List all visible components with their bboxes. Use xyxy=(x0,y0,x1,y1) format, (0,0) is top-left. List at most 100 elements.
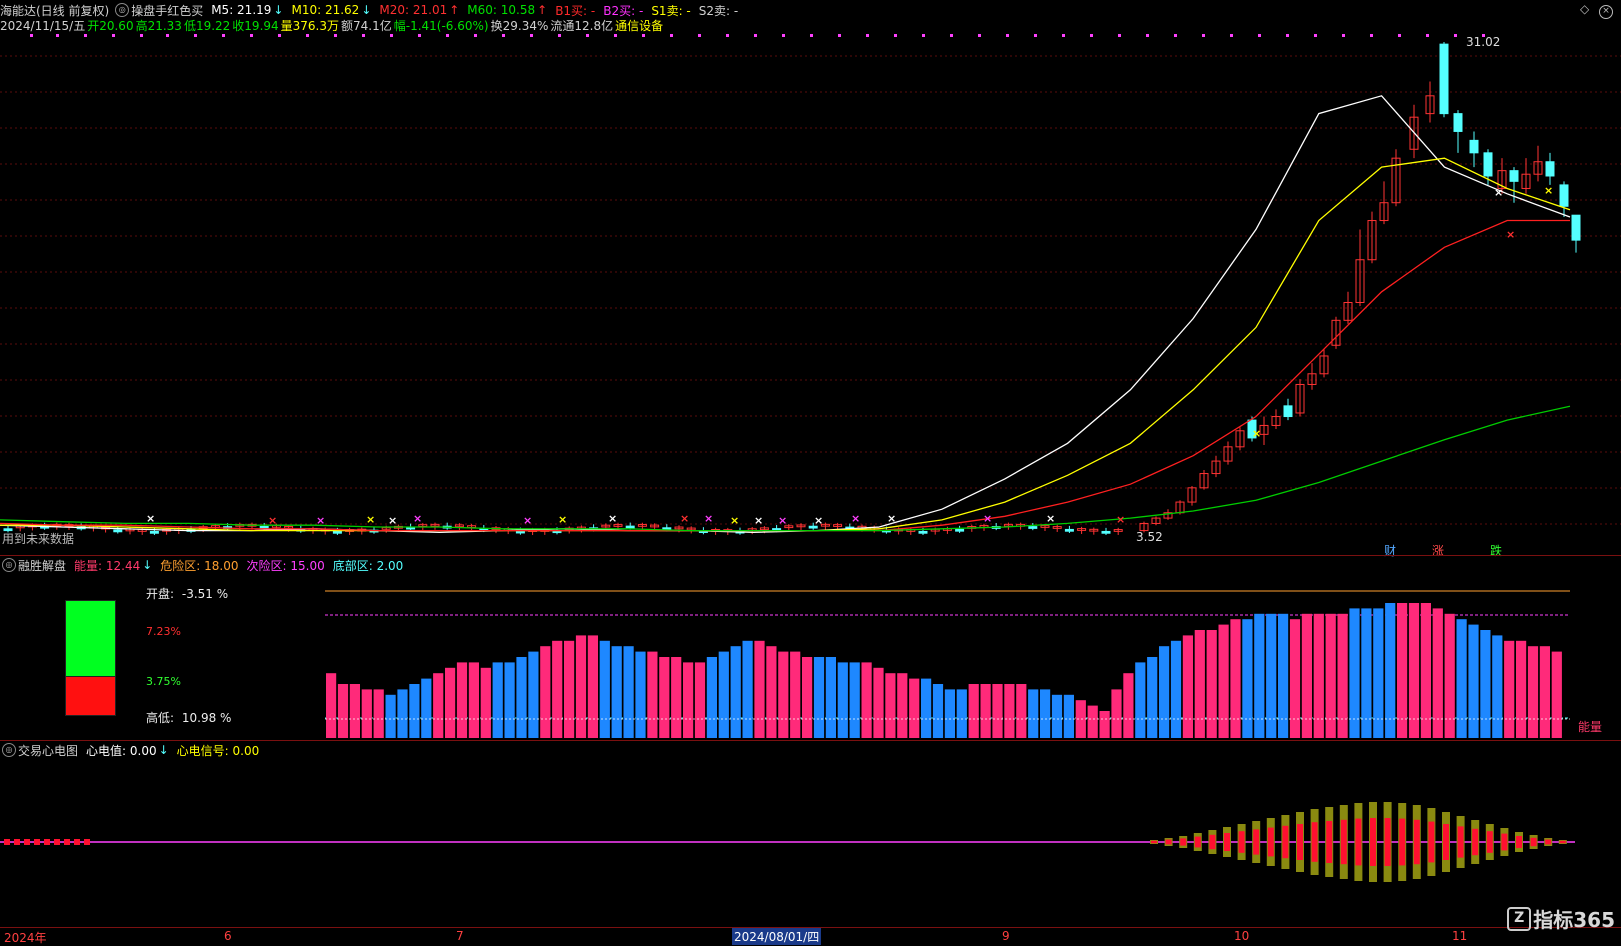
energy-bar xyxy=(849,662,860,738)
dot-marker xyxy=(1202,34,1205,37)
energy-bar xyxy=(1182,635,1193,738)
energy-bar xyxy=(1028,689,1039,738)
energy-bar xyxy=(992,684,1003,738)
panel3-name[interactable]: 交易心电图 xyxy=(18,742,78,759)
energy-bar xyxy=(1087,705,1098,738)
candle-body xyxy=(1509,170,1519,182)
cross-marker: × xyxy=(413,512,422,525)
energy-bar xyxy=(813,657,825,738)
timeline-label-sep: 9 xyxy=(1002,929,1010,943)
dot-marker xyxy=(140,34,143,37)
cross-marker: × xyxy=(268,514,277,527)
dot-marker xyxy=(56,34,59,37)
candle-body xyxy=(332,530,342,534)
energy-bar xyxy=(921,678,932,738)
energy-bar xyxy=(587,635,598,738)
ecg-bar-inner xyxy=(1311,822,1318,862)
cross-marker: × xyxy=(814,514,823,527)
dot-marker xyxy=(530,34,533,37)
energy-bar xyxy=(1170,640,1182,738)
timeline-label-oct: 10 xyxy=(1234,929,1250,943)
energy-side-label: 能量 xyxy=(1578,720,1603,734)
candle-body xyxy=(259,526,269,529)
energy-bar xyxy=(1480,630,1491,738)
dot-marker xyxy=(1146,34,1149,37)
energy-bar xyxy=(456,662,468,738)
cross-marker: × xyxy=(1116,513,1125,526)
panel2-name[interactable]: 融胜解盘 xyxy=(18,557,66,574)
energy-bar xyxy=(468,662,479,738)
ecg-bar-inner xyxy=(1428,821,1435,863)
panel3-settings-icon[interactable]: ◎ xyxy=(2,743,16,757)
ecg-bar-inner xyxy=(1194,836,1201,848)
energy-bar xyxy=(1527,646,1539,738)
energy-bar xyxy=(730,646,741,738)
timeline-bar: 2024年 6 7 2024/08/01/四 9 10 11 xyxy=(0,928,1621,946)
open-stat-value: -3.51 % xyxy=(181,587,229,601)
candle-body xyxy=(1545,161,1555,177)
candle-body xyxy=(1453,113,1463,132)
highlow-stat-value: 10.98 % xyxy=(181,711,232,725)
cross-marker: × xyxy=(558,513,567,526)
energy-bar xyxy=(1551,651,1562,738)
energy-bar xyxy=(671,657,682,738)
panel2-bottom: 底部区: 2.00 xyxy=(332,558,404,573)
energy-bar xyxy=(1504,640,1515,738)
dot-marker xyxy=(1286,34,1289,37)
ma-line-m5 xyxy=(0,95,1571,534)
energy-bar xyxy=(742,640,753,738)
cross-marker: × xyxy=(366,513,375,526)
panel2-header: ◎ 融胜解盘 能量: 12.44 ↓ 危险区: 18.00 次险区: 15.00… xyxy=(0,557,405,573)
energy-bar xyxy=(409,684,420,738)
panel3-value: 心电值: 0.00 xyxy=(86,743,157,758)
energy-bar xyxy=(1456,619,1467,738)
energy-bar xyxy=(611,646,622,738)
ecg-bar-inner xyxy=(1457,826,1464,858)
energy-bar xyxy=(766,646,777,738)
energy-bar xyxy=(968,684,979,738)
panel3-signal: 心电信号: 0.00 xyxy=(176,743,260,758)
ecg-early-tick xyxy=(14,839,20,845)
ecg-bar-inner xyxy=(1209,834,1216,850)
energy-bars xyxy=(325,590,1570,738)
ecg-bar-inner xyxy=(1297,824,1303,860)
dot-marker xyxy=(1034,34,1037,37)
dot-marker xyxy=(866,34,869,37)
energy-bar xyxy=(1373,608,1384,738)
energy-bar xyxy=(337,684,349,738)
dot-marker xyxy=(1062,34,1065,37)
energy-bar xyxy=(540,646,551,738)
dot-marker xyxy=(558,34,561,37)
energy-bar xyxy=(683,662,694,738)
cross-marker: × xyxy=(608,512,617,525)
watermark: Z 指标365 xyxy=(1507,904,1615,933)
energy-bar xyxy=(837,662,848,738)
candle-body xyxy=(149,530,159,534)
panel-divider-1 xyxy=(0,555,1621,556)
chart-canvas: × × × × × × × × × × × × × × × × × × × × × × × × xyxy=(0,34,1621,882)
red-pct: 7.23% xyxy=(146,625,181,638)
open-stat-label: 开盘: xyxy=(146,587,175,601)
dot-marker xyxy=(334,34,337,37)
energy-bar xyxy=(1289,619,1301,738)
tag-finance[interactable]: 财 xyxy=(1384,542,1396,559)
low-price-label: 3.52 xyxy=(1136,530,1163,544)
cross-marker: × xyxy=(730,514,739,527)
tag-fall[interactable]: 跌 xyxy=(1490,542,1502,559)
panel2-settings-icon[interactable]: ◎ xyxy=(2,558,16,572)
cross-marker: × xyxy=(1494,186,1503,199)
dot-marker xyxy=(1006,34,1009,37)
dot-marker xyxy=(306,34,309,37)
timeline-cursor-date[interactable]: 2024/08/01/四 xyxy=(732,928,822,945)
cross-marker: × xyxy=(316,514,325,527)
panel2-danger: 危险区: 18.00 xyxy=(160,558,239,573)
energy-bar xyxy=(1242,619,1253,738)
ecg-bar-inner xyxy=(1486,831,1493,853)
price-gridlines xyxy=(0,55,1621,525)
energy-bar xyxy=(647,651,658,738)
dot-marker xyxy=(278,34,281,37)
energy-bar xyxy=(802,657,813,738)
tag-rise[interactable]: 涨 xyxy=(1432,542,1444,559)
energy-bar xyxy=(349,684,360,738)
ecg-early-tick xyxy=(74,839,80,845)
